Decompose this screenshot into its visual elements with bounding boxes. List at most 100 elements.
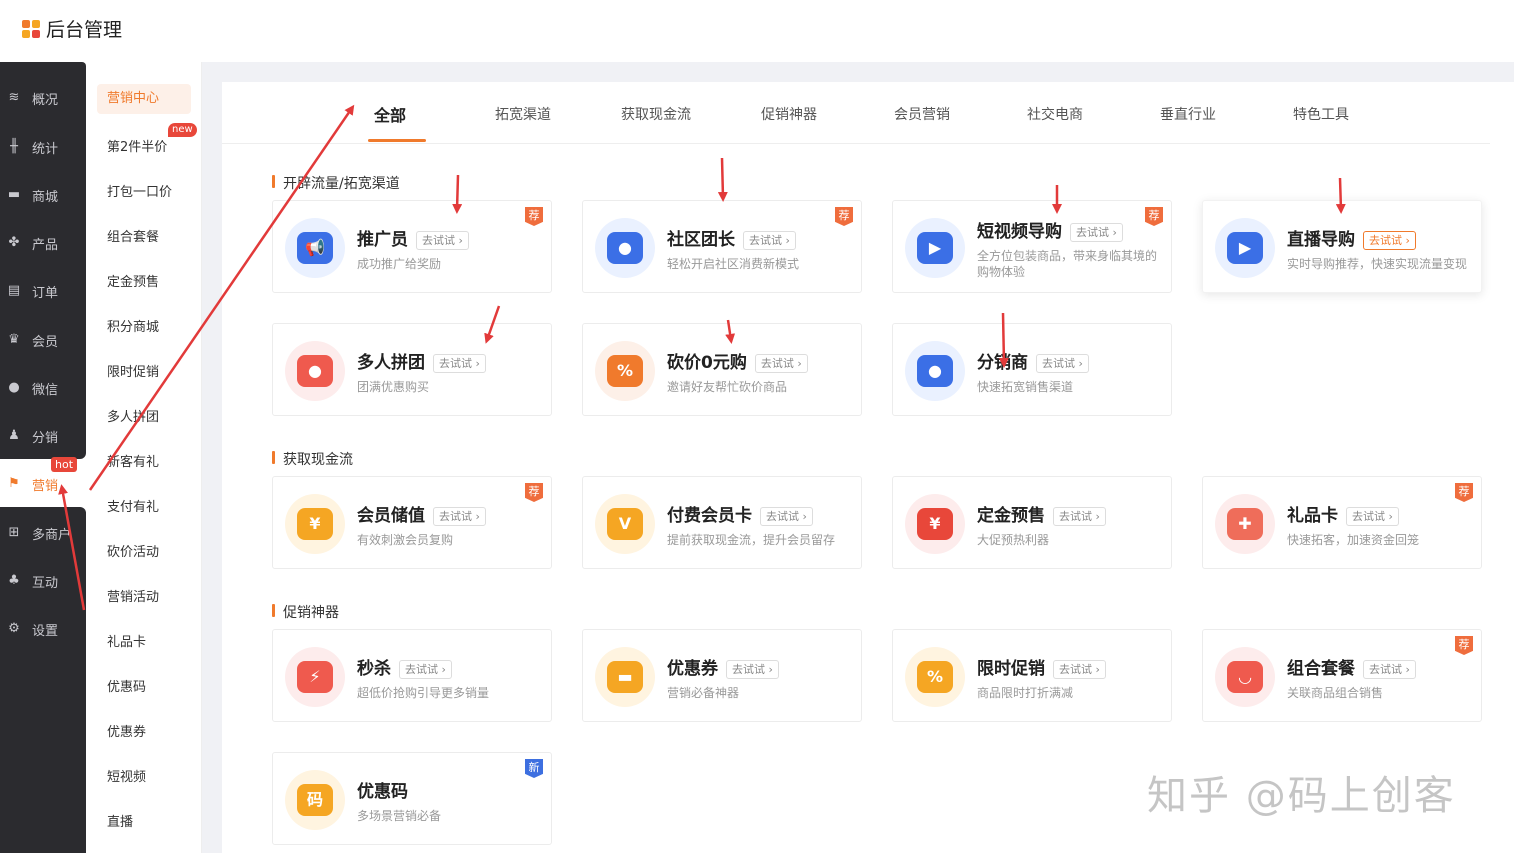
try-button[interactable]: 去试试 › — [1053, 659, 1106, 679]
gift-icon: ✚ — [1215, 494, 1275, 554]
nav-item-statistics[interactable]: ╫ 统计 — [0, 127, 86, 167]
card-title: 砍价0元购 去试试 › — [667, 348, 808, 373]
try-button[interactable]: 去试试 › — [754, 353, 808, 373]
feature-card[interactable]: ● 社区团长 去试试 › 轻松开启社区消费新模式 荐 — [582, 200, 862, 293]
card-description: 关联商品组合销售 — [1287, 686, 1384, 700]
chat-icon: ● — [8, 380, 20, 395]
subnav-flash-promo[interactable]: 限时促销 — [107, 361, 159, 380]
feature-card[interactable]: ▶ 直播导购 去试试 › 实时导购推荐，快速实现流量变现 — [1202, 200, 1482, 293]
tab-vertical-industry[interactable]: 垂直行业 — [1160, 104, 1216, 124]
coupon-icon: ▬ — [595, 647, 655, 707]
icon-glyph: ▶ — [1227, 232, 1263, 264]
subnav-bargain[interactable]: 砍价活动 — [107, 541, 159, 560]
subnav-combo[interactable]: 组合套餐 — [107, 226, 159, 245]
card-title: 秒杀 去试试 › — [357, 654, 452, 679]
nav-item-distribution[interactable]: ♟ 分销 — [0, 416, 86, 456]
feature-card[interactable]: ◡ 组合套餐 去试试 › 关联商品组合销售 荐 — [1202, 629, 1482, 722]
recommend-badge: 荐 — [525, 483, 543, 502]
app-logo[interactable]: 后台管理 — [22, 15, 122, 42]
try-button[interactable]: 去试试 › — [1036, 353, 1089, 373]
app-title: 后台管理 — [46, 19, 123, 41]
subnav-gift-card[interactable]: 礼品卡 — [107, 631, 146, 650]
try-button[interactable]: 去试试 › — [1363, 230, 1416, 250]
nav-item-multi-merchant[interactable]: ⊞ 多商户 — [0, 513, 86, 553]
try-button[interactable]: 去试试 › — [726, 659, 779, 679]
card-title-text: 砍价0元购 — [667, 353, 747, 373]
feature-card[interactable]: ▶ 短视频导购 去试试 › 全方位包装商品，带来身临其境的购物体验 荐 — [892, 200, 1172, 293]
subnav-bundle-price[interactable]: 打包一口价 — [107, 181, 172, 200]
flag-icon: ⚑ — [8, 476, 20, 491]
tab-promo-tools[interactable]: 促销神器 — [761, 104, 817, 124]
try-button[interactable]: 去试试 › — [743, 230, 796, 250]
feature-card[interactable]: 📢 推广员 去试试 › 成功推广给奖励 荐 — [272, 200, 552, 293]
try-button[interactable]: 去试试 › — [760, 506, 813, 526]
feature-card[interactable]: ● 分销商 去试试 › 快速拓宽销售渠道 — [892, 323, 1172, 416]
nav-item-members[interactable]: ♛ 会员 — [0, 320, 86, 360]
nav-item-wechat[interactable]: ● 微信 — [0, 368, 86, 408]
try-button[interactable]: 去试试 › — [1053, 506, 1106, 526]
subnav-short-video[interactable]: 短视频 — [107, 766, 146, 785]
subnav-points-mall[interactable]: 积分商城 — [107, 316, 159, 335]
tab-all[interactable]: 全部 — [374, 102, 406, 126]
subnav-payment-gift[interactable]: 支付有礼 — [107, 496, 159, 515]
recommend-badge: 荐 — [1145, 207, 1163, 226]
try-button[interactable]: 去试试 › — [416, 230, 469, 250]
tab-channels[interactable]: 拓宽渠道 — [495, 104, 551, 124]
nav-item-products[interactable]: ✤ 产品 — [0, 223, 86, 263]
card-title-text: 会员储值 — [357, 506, 425, 526]
feature-card[interactable]: ¥ 会员储值 去试试 › 有效刺激会员复购 荐 — [272, 476, 552, 569]
subnav-deposit-presale[interactable]: 定金预售 — [107, 271, 159, 290]
try-button[interactable]: 去试试 › — [433, 353, 486, 373]
card-title: 付费会员卡 去试试 › — [667, 501, 813, 526]
try-button[interactable]: 去试试 › — [1346, 506, 1399, 526]
feature-card[interactable]: ✚ 礼品卡 去试试 › 快速拓客，加速资金回笼 荐 — [1202, 476, 1482, 569]
subnav-second-half-price[interactable]: 第2件半价 — [107, 136, 167, 155]
nav-label: 产品 — [32, 237, 59, 253]
nav-item-mall[interactable]: ▬ 商城 — [0, 175, 86, 215]
nav-item-interaction[interactable]: ♣ 互动 — [0, 561, 86, 601]
active-tab-indicator — [368, 139, 426, 142]
deposit-icon: ¥ — [905, 494, 965, 554]
section-title: 获取现金流 — [272, 449, 353, 469]
card-title: 定金预售 去试试 › — [977, 501, 1106, 526]
card-description: 多场景营销必备 — [357, 809, 442, 823]
subnav-new-customer-gift[interactable]: 新客有礼 — [107, 451, 159, 470]
try-button[interactable]: 去试试 › — [433, 506, 486, 526]
nav-item-overview[interactable]: ≋ 概况 — [0, 78, 86, 118]
tab-cashflow[interactable]: 获取现金流 — [621, 104, 691, 124]
feature-card[interactable]: % 限时促销 去试试 › 商品限时打折满减 — [892, 629, 1172, 722]
subnav-marketing-center[interactable]: 营销中心 — [97, 84, 191, 114]
tab-member-marketing[interactable]: 会员营销 — [894, 104, 950, 124]
section-title: 促销神器 — [272, 602, 339, 622]
feature-card[interactable]: 码 优惠码 多场景营销必备 新 — [272, 752, 552, 845]
feature-card[interactable]: V 付费会员卡 去试试 › 提前获取现金流，提升会员留存 — [582, 476, 862, 569]
promo-code-glyph: 码 — [297, 784, 333, 816]
tab-special-tools[interactable]: 特色工具 — [1293, 104, 1349, 124]
nav-item-settings[interactable]: ⚙ 设置 — [0, 609, 86, 649]
subnav-promo-code[interactable]: 优惠码 — [107, 676, 146, 695]
feature-card[interactable]: % 砍价0元购 去试试 › 邀请好友帮忙砍价商品 — [582, 323, 862, 416]
try-button[interactable]: 去试试 › — [1070, 222, 1123, 242]
recommend-badge: 荐 — [1455, 483, 1473, 502]
feature-card[interactable]: ¥ 定金预售 去试试 › 大促预热利器 — [892, 476, 1172, 569]
card-title: 限时促销 去试试 › — [977, 654, 1106, 679]
recommend-badge: 荐 — [835, 207, 853, 226]
try-button[interactable]: 去试试 › — [399, 659, 452, 679]
nav-item-orders[interactable]: ▤ 订单 — [0, 271, 86, 311]
card-title-text: 礼品卡 — [1287, 506, 1338, 526]
feature-card[interactable]: ● 多人拼团 去试试 › 团满优惠购买 — [272, 323, 552, 416]
try-button[interactable]: 去试试 › — [1363, 659, 1416, 679]
feature-card[interactable]: ⚡ 秒杀 去试试 › 超低价抢购引导更多销量 — [272, 629, 552, 722]
nav-label: 会员 — [32, 334, 59, 350]
subnav-live[interactable]: 直播 — [107, 811, 133, 830]
order-icon: ▤ — [7, 283, 21, 298]
subnav-coupon[interactable]: 优惠券 — [107, 721, 146, 740]
feature-card[interactable]: ▬ 优惠券 去试试 › 营销必备神器 — [582, 629, 862, 722]
subnav-group-buy[interactable]: 多人拼团 — [107, 406, 159, 425]
nav-label: 设置 — [32, 623, 59, 639]
nav-label: 分销 — [32, 430, 59, 446]
subnav-campaign[interactable]: 营销活动 — [107, 586, 159, 605]
flash-clock-icon: ⚡ — [285, 647, 345, 707]
card-description: 快速拓宽销售渠道 — [977, 380, 1074, 394]
tab-social-ecommerce[interactable]: 社交电商 — [1027, 104, 1083, 124]
